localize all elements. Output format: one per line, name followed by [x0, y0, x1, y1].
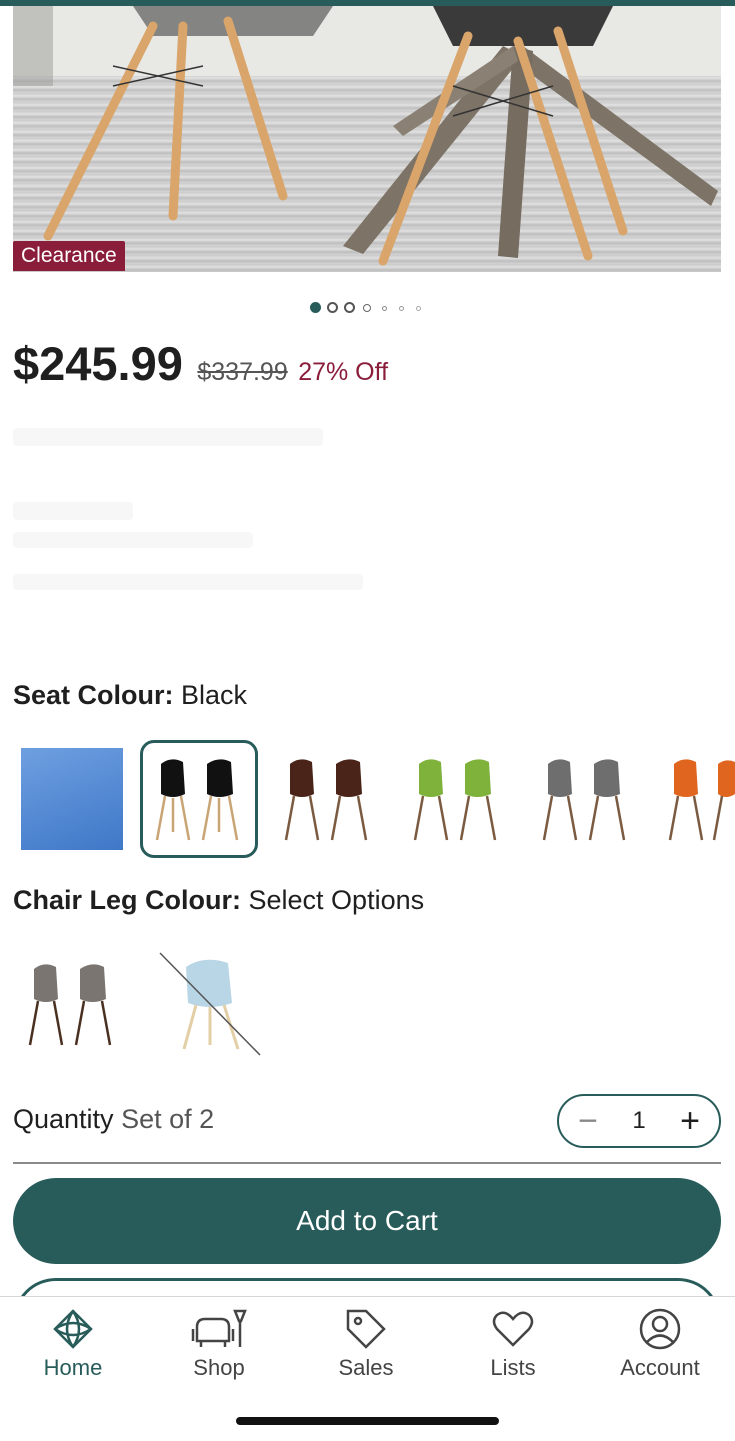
seat-swatch-orange[interactable]: [656, 740, 735, 858]
quantity-title: Quantity: [13, 1104, 114, 1134]
discount-label: 27% Off: [298, 358, 389, 386]
add-to-cart-button[interactable]: Add to Cart: [13, 1178, 721, 1264]
quantity-stepper[interactable]: − 1 +: [557, 1094, 721, 1148]
carousel-dot-6[interactable]: [399, 306, 404, 311]
nav-lists-label: Lists: [490, 1355, 536, 1380]
loading-placeholder: [13, 532, 253, 548]
seat-swatch-green[interactable]: [398, 740, 516, 858]
seat-swatch-brown[interactable]: [269, 740, 387, 858]
natural-leg-chair-unavailable: [159, 952, 261, 1056]
black-chair-pair: [155, 759, 239, 841]
carousel-dot-4[interactable]: [363, 304, 371, 312]
nav-shop[interactable]: Shop: [159, 1307, 279, 1387]
orange-chair-pair: [668, 759, 735, 841]
brown-chair-pair: [284, 759, 368, 841]
loading-placeholder: [13, 574, 363, 590]
sales-tag-icon: [346, 1309, 386, 1349]
leg-colour-selected: Select Options: [248, 885, 425, 915]
nav-sales-label: Sales: [338, 1355, 394, 1380]
home-icon: [53, 1309, 93, 1349]
green-chair-pair: [413, 759, 497, 841]
carousel-dot-3[interactable]: [344, 302, 355, 313]
clearance-badge: Clearance: [13, 241, 125, 271]
increase-quantity-button[interactable]: +: [665, 1096, 715, 1146]
loading-placeholder: [13, 428, 323, 446]
nav-home-label: Home: [43, 1355, 103, 1380]
leg-colour-title: Chair Leg Colour:: [13, 885, 241, 915]
price-row: $245.99 $337.99 27% Off: [13, 336, 388, 392]
product-image[interactable]: [13, 6, 721, 272]
seat-swatch-blue[interactable]: [13, 740, 131, 858]
divider: [13, 1162, 721, 1164]
nav-account[interactable]: Account: [600, 1307, 720, 1387]
quantity-row: Quantity Set of 2 − 1 +: [13, 1094, 721, 1152]
account-icon: [639, 1308, 681, 1350]
nav-shop-label: Shop: [193, 1355, 245, 1380]
nav-home[interactable]: Home: [13, 1307, 133, 1387]
carousel-dot-5[interactable]: [382, 306, 387, 311]
chairs-illustration: [13, 6, 721, 266]
leg-swatch-natural-unavailable[interactable]: [152, 945, 270, 1063]
seat-colour-title: Seat Colour:: [13, 680, 174, 710]
seat-swatch-grey[interactable]: [527, 740, 645, 858]
nav-lists[interactable]: Lists: [453, 1307, 573, 1387]
leg-colour-label: Chair Leg Colour: Select Options: [13, 885, 424, 916]
leg-swatch-walnut[interactable]: [13, 945, 131, 1063]
nav-account-label: Account: [620, 1355, 700, 1380]
carousel-dot-7[interactable]: [416, 306, 421, 311]
heart-icon: [492, 1311, 534, 1347]
home-indicator[interactable]: [236, 1417, 499, 1425]
carousel-dot-1[interactable]: [310, 302, 321, 313]
quantity-value: 1: [632, 1107, 646, 1134]
loading-placeholder: [13, 502, 133, 520]
original-price: $337.99: [197, 358, 288, 386]
carousel-dot-2[interactable]: [327, 302, 338, 313]
sale-price: $245.99: [13, 337, 183, 390]
walnut-leg-chair-pair: [28, 964, 112, 1046]
grey-chair-pair: [542, 759, 626, 841]
shop-icon: [191, 1309, 247, 1347]
nav-sales[interactable]: Sales: [306, 1307, 426, 1387]
seat-colour-selected: Black: [181, 680, 248, 710]
quantity-unit: Set of 2: [121, 1104, 215, 1134]
seat-colour-label: Seat Colour: Black: [13, 680, 247, 711]
quantity-label: Quantity Set of 2: [13, 1104, 214, 1135]
seat-swatch-black[interactable]: [140, 740, 258, 858]
decrease-quantity-button[interactable]: −: [563, 1096, 613, 1146]
carousel-dots[interactable]: [0, 301, 735, 315]
